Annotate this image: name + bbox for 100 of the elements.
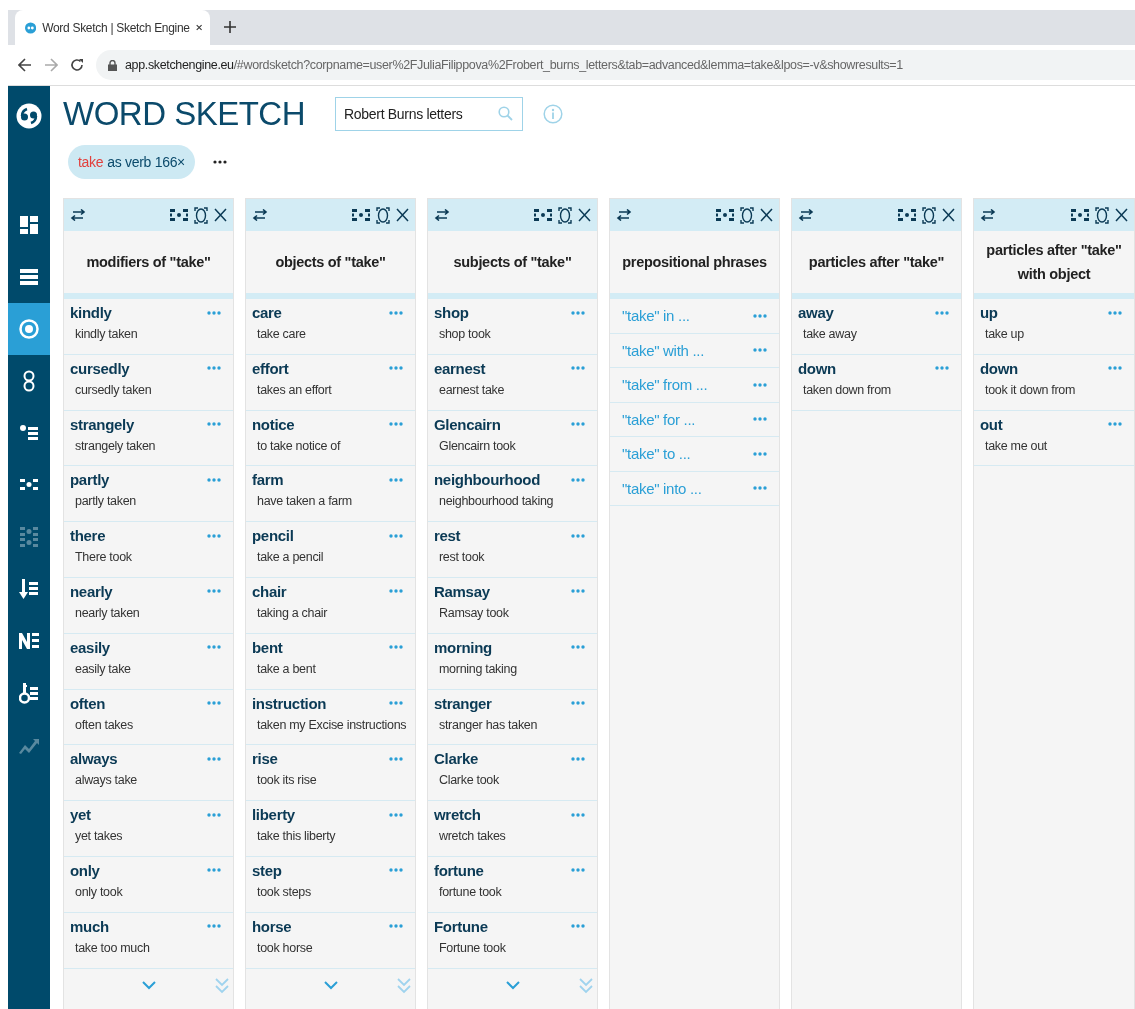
focus-icon[interactable]: [194, 206, 208, 224]
collocate-word[interactable]: liberty: [252, 806, 295, 824]
double-chevron-down-icon[interactable]: [579, 977, 593, 994]
example-text: take a pencil: [257, 550, 325, 565]
close-icon[interactable]: [1115, 208, 1128, 222]
example-text: took horse: [257, 940, 314, 955]
swap-icon[interactable]: [980, 209, 996, 221]
dots-grid-icon[interactable]: [534, 208, 552, 222]
chevron-down-icon[interactable]: [141, 981, 156, 991]
dots-grid-icon[interactable]: [352, 208, 370, 222]
column-title: particles after "take" with object: [974, 231, 1134, 299]
collocate-word[interactable]: yet: [70, 806, 91, 824]
collocate-word[interactable]: horse: [252, 917, 292, 935]
example-text: stranger has taken: [439, 717, 539, 732]
collocate-word[interactable]: out: [980, 415, 1003, 433]
collocate-word[interactable]: shop: [434, 304, 469, 321]
example-text: Glencairn took: [439, 438, 517, 453]
example-text: takes an effort: [257, 382, 333, 397]
example-text: always take: [75, 773, 138, 788]
info-icon[interactable]: [543, 104, 563, 124]
dots-grid-icon[interactable]: [170, 208, 188, 222]
search-icon[interactable]: [498, 106, 513, 121]
example-text: take me out: [985, 438, 1048, 453]
example-text: took steps: [257, 884, 312, 899]
swap-icon[interactable]: [434, 209, 450, 221]
close-icon[interactable]: [195, 23, 202, 32]
collocate-word[interactable]: wretch: [434, 806, 481, 824]
query-chip[interactable]: take as verb 166×: [68, 145, 195, 179]
collocate-word[interactable]: strangely: [70, 415, 134, 433]
double-chevron-down-icon[interactable]: [397, 977, 411, 994]
collocate-word[interactable]: stranger: [434, 694, 492, 712]
collocate-word[interactable]: morning: [434, 638, 492, 656]
collocate-word[interactable]: fortune: [434, 861, 484, 879]
focus-icon[interactable]: [558, 206, 572, 224]
collocate-word[interactable]: often: [70, 694, 106, 712]
collocate-word[interactable]: down: [798, 359, 836, 377]
key-list-icon: [19, 682, 39, 704]
collocate-word[interactable]: down: [980, 359, 1018, 377]
collocate-word[interactable]: Clarke: [434, 750, 479, 768]
collocate-word[interactable]: nearly: [70, 583, 113, 600]
collocate-word[interactable]: step: [252, 861, 282, 879]
column-title: particles after "take": [792, 231, 961, 299]
chevron-down-icon[interactable]: [505, 981, 520, 991]
focus-icon[interactable]: [376, 206, 390, 224]
collocate-word[interactable]: earnest: [434, 359, 486, 377]
focus-icon[interactable]: [740, 206, 754, 224]
collocate-word[interactable]: up: [980, 304, 998, 321]
swap-icon[interactable]: [252, 209, 268, 221]
focus-icon[interactable]: [922, 206, 936, 224]
chevron-down-icon[interactable]: [323, 981, 338, 991]
collocate-word[interactable]: partly: [70, 471, 110, 489]
reload-icon[interactable]: [70, 58, 84, 72]
collocate-word[interactable]: notice: [252, 415, 295, 433]
swap-icon[interactable]: [616, 209, 632, 221]
example-text: take up: [985, 327, 1025, 341]
collocate-word[interactable]: rise: [252, 750, 278, 768]
dots-grid-icon[interactable]: [898, 208, 916, 222]
collocate-word[interactable]: chair: [252, 583, 287, 600]
example-text: often takes: [75, 717, 134, 732]
collocate-word[interactable]: pencil: [252, 527, 294, 545]
logo-icon[interactable]: [16, 103, 42, 129]
swap-icon[interactable]: [798, 209, 814, 221]
corpus-field[interactable]: Robert Burns letters: [335, 97, 523, 131]
close-icon[interactable]: [760, 208, 773, 222]
forward-icon[interactable]: [44, 58, 58, 72]
example-text: wretch takes: [439, 829, 507, 844]
double-chevron-down-icon[interactable]: [215, 977, 229, 994]
collocate-word[interactable]: neighbourhood: [434, 471, 541, 489]
collocate-word[interactable]: farm: [252, 471, 284, 489]
dots-grid-icon[interactable]: [1071, 208, 1089, 222]
more-icon[interactable]: [213, 160, 227, 164]
address-bar[interactable]: app.sketchengine.eu/#wordsketch?corpname=user%2FJuliaFilippova%2Frobert_burns_letters&tab=advanced&lemma=take&lpos=-v&showresults=1: [96, 50, 1135, 80]
collocate-word[interactable]: Glencairn: [434, 415, 501, 433]
example-text: took its rise: [257, 773, 318, 788]
collocate-word[interactable]: kindly: [70, 304, 112, 321]
browser-tab[interactable]: Word Sketch | Sketch Engine: [15, 10, 210, 45]
close-icon[interactable]: [578, 208, 591, 222]
swap-icon[interactable]: [70, 209, 86, 221]
collocate-word[interactable]: effort: [252, 359, 289, 377]
collocate-word[interactable]: much: [70, 917, 109, 935]
collocate-word[interactable]: care: [252, 304, 282, 321]
back-icon[interactable]: [18, 58, 32, 72]
new-tab-icon[interactable]: [224, 21, 236, 33]
collocate-word[interactable]: rest: [434, 527, 461, 545]
close-icon[interactable]: [942, 208, 955, 222]
collocate-word[interactable]: there: [70, 527, 106, 545]
close-icon[interactable]: [214, 208, 227, 222]
collocate-word[interactable]: Ramsay: [434, 583, 490, 600]
collocate-word[interactable]: away: [798, 304, 834, 321]
collocate-word[interactable]: only: [70, 861, 100, 879]
focus-icon[interactable]: [1095, 206, 1109, 224]
dots-grid-icon[interactable]: [716, 208, 734, 222]
collocate-word[interactable]: easily: [70, 638, 110, 656]
collocate-word[interactable]: cursedly: [70, 359, 130, 377]
collocate-word[interactable]: instruction: [252, 694, 327, 712]
close-icon[interactable]: [396, 208, 409, 222]
example-text: only took: [75, 884, 124, 899]
collocate-word[interactable]: always: [70, 750, 118, 768]
collocate-word[interactable]: bent: [252, 638, 283, 656]
collocate-word[interactable]: Fortune: [434, 917, 488, 935]
